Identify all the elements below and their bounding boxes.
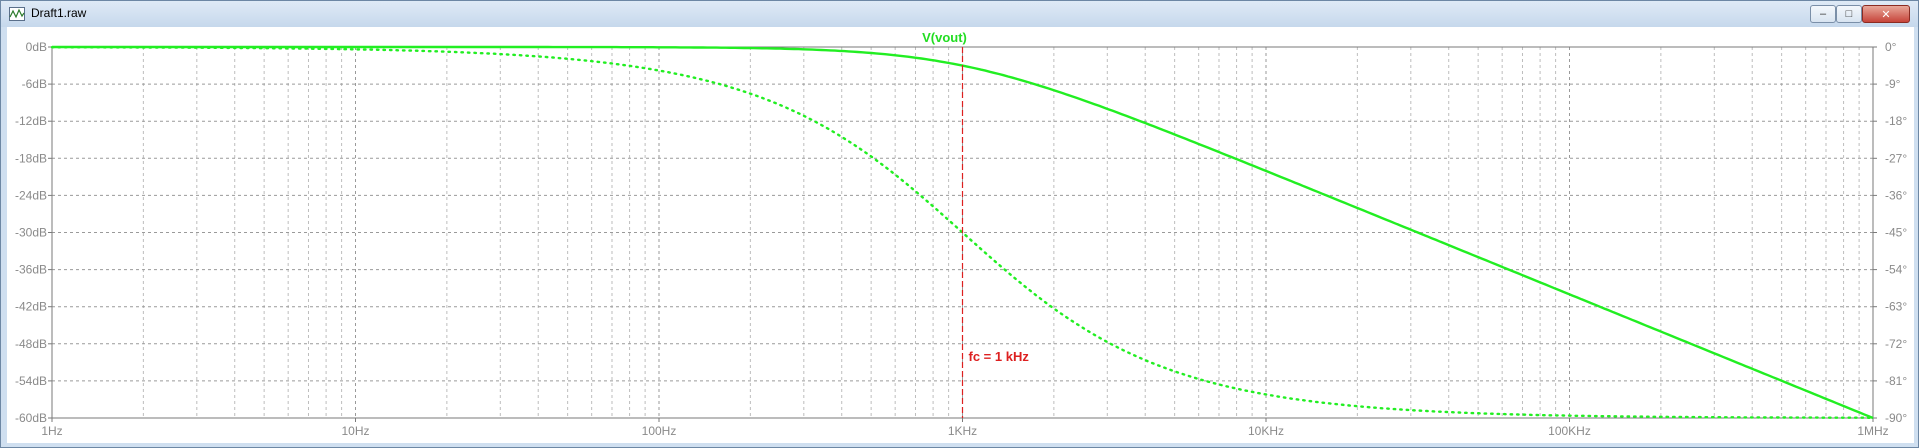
right-tick-label: -18° <box>1885 114 1907 128</box>
left-tick-label: -42dB <box>15 300 47 314</box>
right-tick-label: -72° <box>1885 337 1907 351</box>
left-tick-label: -6dB <box>22 77 47 91</box>
waveform-app-icon <box>9 7 25 21</box>
left-tick-label: -54dB <box>15 374 47 388</box>
x-tick-label: 1Hz <box>41 424 62 438</box>
right-tick-label: 0° <box>1885 40 1897 54</box>
waveform-window: Draft1.raw – □ ✕ 0dB -6dB -12dB -18dB -24dB -… <box>0 0 1919 448</box>
x-tick-label: 100KHz <box>1548 424 1591 438</box>
left-tick-label: -18dB <box>15 151 47 165</box>
right-tick-label: -81° <box>1885 374 1907 388</box>
left-tick-label: -30dB <box>15 226 47 240</box>
plot-pane[interactable]: 0dB -6dB -12dB -18dB -24dB -30dB -36dB -42dB -48… <box>7 27 1914 443</box>
right-tick-label: -36° <box>1885 188 1907 202</box>
right-tick-label: -63° <box>1885 300 1907 314</box>
trace-label[interactable]: V(vout) <box>922 30 967 45</box>
minimize-button[interactable]: – <box>1810 5 1836 23</box>
left-tick-label: 0dB <box>26 40 47 54</box>
x-tick-label: 10KHz <box>1248 424 1284 438</box>
x-tick-label: 10Hz <box>341 424 369 438</box>
axis-labels: 0dB -6dB -12dB -18dB -24dB -30dB -36dB -42dB -48… <box>15 40 1907 438</box>
maximize-button[interactable]: □ <box>1836 5 1862 23</box>
left-tick-label: -24dB <box>15 188 47 202</box>
right-tick-label: -27° <box>1885 151 1907 165</box>
x-tick-label: 1KHz <box>948 424 977 438</box>
close-button[interactable]: ✕ <box>1862 5 1910 23</box>
window-title: Draft1.raw <box>31 6 87 20</box>
right-tick-label: -54° <box>1885 263 1907 277</box>
left-tick-label: -60dB <box>15 411 47 425</box>
x-tick-label: 1MHz <box>1857 424 1888 438</box>
bode-plot[interactable]: 0dB -6dB -12dB -18dB -24dB -30dB -36dB -42dB -48… <box>7 27 1914 443</box>
x-tick-label: 100Hz <box>642 424 677 438</box>
cutoff-annotation: fc = 1 kHz <box>969 349 1030 364</box>
left-tick-label: -12dB <box>15 114 47 128</box>
right-tick-label: -9° <box>1885 77 1901 91</box>
right-tick-label: -90° <box>1885 411 1907 425</box>
left-tick-label: -48dB <box>15 337 47 351</box>
title-bar[interactable]: Draft1.raw – □ ✕ <box>1 1 1918 27</box>
right-tick-label: -45° <box>1885 226 1907 240</box>
left-tick-label: -36dB <box>15 263 47 277</box>
